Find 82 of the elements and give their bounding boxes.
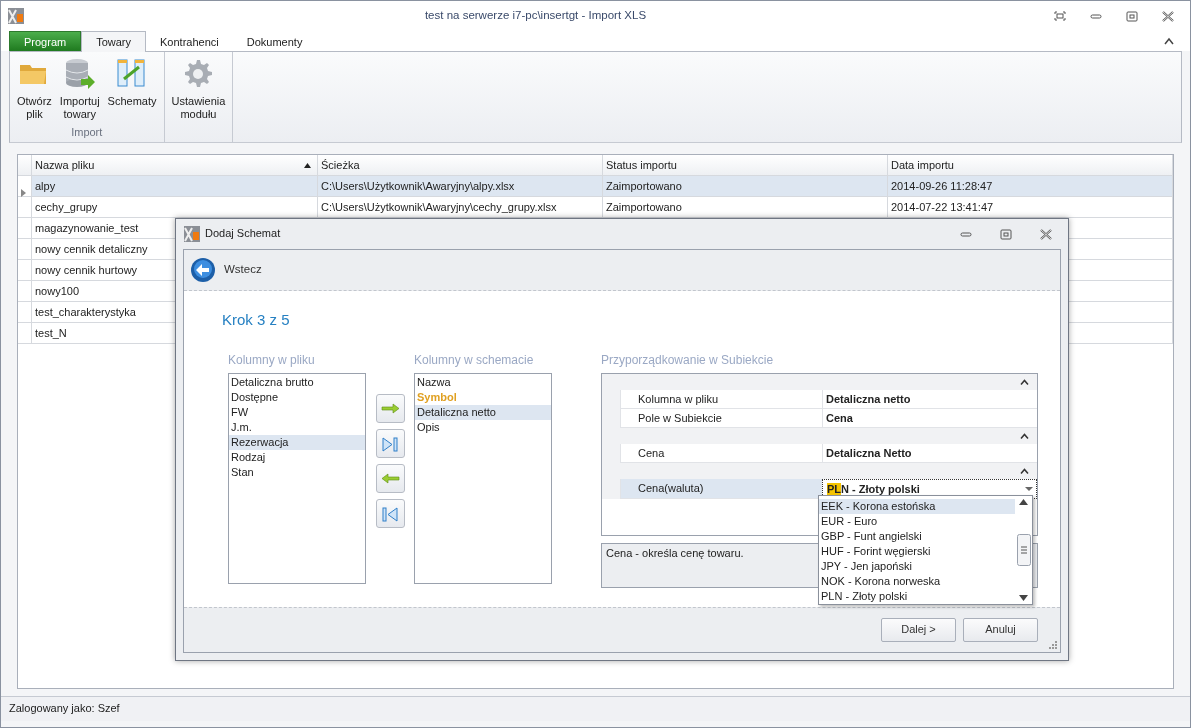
table-cell: alpy xyxy=(32,176,318,197)
list-item[interactable]: Nazwa xyxy=(415,375,551,390)
resize-grip-icon[interactable] xyxy=(1049,641,1057,649)
app-logo-icon xyxy=(7,7,25,25)
table-cell: C:\Users\Użytkownik\Awaryjny\alpy.xlsx xyxy=(318,176,603,197)
add-arrow-icon xyxy=(381,400,400,417)
dropdown-option[interactable]: PLN - Złoty polski xyxy=(819,589,1015,604)
row-header[interactable] xyxy=(18,239,32,260)
move-button[interactable] xyxy=(376,464,405,493)
column-header[interactable]: Status importu xyxy=(603,155,888,176)
close-icon[interactable] xyxy=(1039,227,1053,241)
list-label: Kolumny w schemacie xyxy=(414,353,535,369)
column-header[interactable]: Nazwa pliku xyxy=(32,155,318,176)
header-corner xyxy=(18,155,32,176)
dropdown-option[interactable]: EUR - Euro xyxy=(819,514,1015,529)
close-icon[interactable] xyxy=(1161,9,1175,23)
maximize-icon[interactable] xyxy=(999,227,1013,241)
dropdown-option[interactable]: NOK - Korona norweska xyxy=(819,574,1015,589)
description-text: Cena - określa cenę towaru. xyxy=(606,547,744,559)
move-to-end-icon xyxy=(381,435,400,452)
remove-arrow-icon xyxy=(381,470,400,487)
ribbon-button[interactable]: Importuj towary xyxy=(56,55,103,126)
row-header[interactable] xyxy=(18,260,32,281)
column-header[interactable]: Data importu xyxy=(888,155,1173,176)
dropdown-option[interactable]: JPY - Jen japoński xyxy=(819,559,1015,574)
property-value: Detaliczna netto xyxy=(822,390,1037,409)
dialog-button[interactable]: Anuluj xyxy=(963,618,1038,642)
collapse-icon[interactable] xyxy=(1020,379,1029,385)
list-item[interactable]: Dostępne xyxy=(229,390,365,405)
ribbon-tab[interactable]: Towary xyxy=(81,31,147,52)
scroll-down-icon[interactable] xyxy=(1019,595,1028,601)
property-label: Cena xyxy=(620,444,822,463)
column-header[interactable]: Ścieżka xyxy=(318,155,603,176)
app-logo-icon xyxy=(183,225,201,243)
property-label: Cena(waluta) xyxy=(620,479,822,499)
ribbon-tab[interactable]: Kontrahenci xyxy=(146,31,233,51)
list-item[interactable]: J.m. xyxy=(229,420,365,435)
maximize-icon[interactable] xyxy=(1125,9,1139,23)
list-item[interactable]: Stan xyxy=(229,465,365,480)
list-item[interactable]: Detaliczna brutto xyxy=(229,375,365,390)
property-value: Cena xyxy=(822,409,1037,428)
property-value: Detaliczna Netto xyxy=(822,444,1037,463)
list-item[interactable]: Rodzaj xyxy=(229,450,365,465)
dropdown-option[interactable]: EEK - Korona estońska xyxy=(819,499,1015,514)
back-button[interactable]: Wstecz xyxy=(190,257,262,283)
table-cell: 2014-09-26 11:28:47 xyxy=(888,176,1173,197)
dialog-title: Dodaj Schemat xyxy=(205,227,281,241)
row-header[interactable] xyxy=(18,281,32,302)
collapse-ribbon-icon[interactable] xyxy=(1164,37,1174,45)
scrollbar-thumb[interactable] xyxy=(1016,534,1031,566)
property-label: Kolumna w pliku xyxy=(620,390,822,409)
collapse-icon[interactable] xyxy=(1020,468,1029,474)
table-cell: Zaimportowano xyxy=(603,176,888,197)
window-title: test na serwerze i7-pc\insertgt - Import XLS xyxy=(423,9,648,23)
application-menu-button[interactable]: Program xyxy=(9,31,82,51)
move-button[interactable] xyxy=(376,394,405,423)
dropdown-option[interactable]: HUF - Forint węgierski xyxy=(819,544,1015,559)
dialog-button[interactable]: Dalej > xyxy=(881,618,956,642)
ribbon-button[interactable]: Otwórz plik xyxy=(14,55,55,126)
ribbon-button[interactable]: Ustawienia modułu xyxy=(168,55,229,126)
ribbon-button[interactable]: Schematy xyxy=(104,55,160,126)
row-header[interactable] xyxy=(18,302,32,323)
list-item[interactable]: Detaliczna netto xyxy=(415,405,551,420)
status-text: Zalogowany jako: Szef xyxy=(9,702,120,716)
move-button[interactable] xyxy=(376,429,405,458)
ribbon-group-label: Import xyxy=(70,125,104,140)
ribbon-tab[interactable]: Dokumenty xyxy=(232,31,317,51)
list-item[interactable]: Opis xyxy=(415,420,551,435)
list-label: Kolumny w pliku xyxy=(228,353,316,369)
fullscreen-icon[interactable] xyxy=(1053,9,1067,23)
panel-label: Przyporządkowanie w Subiekcie xyxy=(601,353,775,369)
current-row-icon xyxy=(21,189,26,198)
move-button[interactable] xyxy=(376,499,405,528)
move-to-start-icon xyxy=(381,505,400,522)
property-label: Pole w Subiekcie xyxy=(620,409,822,428)
collapse-icon[interactable] xyxy=(1020,433,1029,439)
row-header[interactable] xyxy=(18,323,32,344)
list-item[interactable]: FW xyxy=(229,405,365,420)
row-header[interactable] xyxy=(18,218,32,239)
row-header[interactable] xyxy=(18,197,32,218)
dropdown-option[interactable]: GBP - Funt angielski xyxy=(819,529,1015,544)
list-item[interactable]: Rezerwacja xyxy=(229,435,365,450)
